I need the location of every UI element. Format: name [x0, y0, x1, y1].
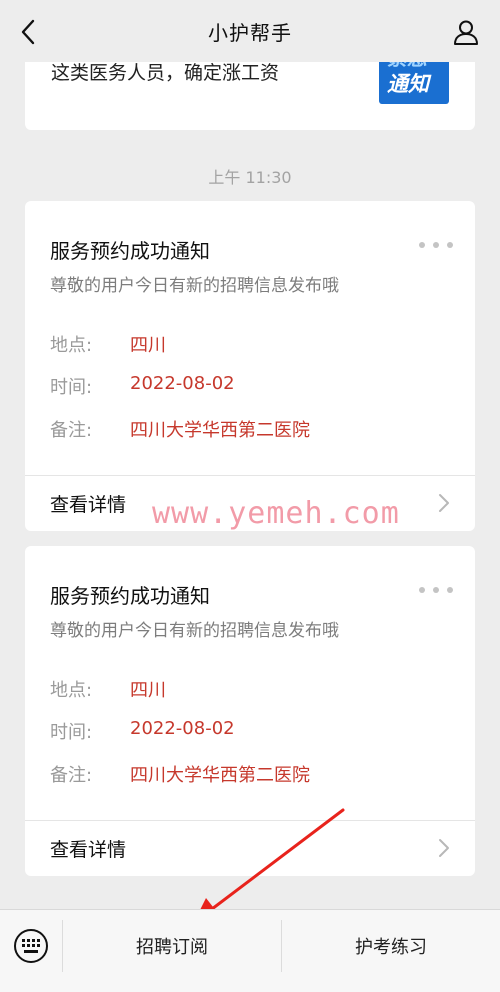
- more-options-icon[interactable]: [419, 582, 453, 598]
- menu-recruitment-subscription[interactable]: 招聘订阅: [63, 910, 281, 982]
- thumbnail-main-text: 通知: [387, 72, 429, 96]
- view-details-label: 查看详情: [50, 839, 127, 861]
- keyboard-toggle-button[interactable]: [12, 927, 50, 965]
- field-value: 四川: [130, 680, 166, 701]
- chevron-right-icon: [439, 494, 449, 512]
- field-label: 时间:: [50, 377, 93, 398]
- page-title: 小护帮手: [208, 21, 292, 45]
- field-label: 备注:: [50, 765, 93, 786]
- keyboard-icon: [14, 929, 48, 963]
- message-timestamp: 上午 11:30: [208, 168, 292, 187]
- profile-button[interactable]: [448, 14, 484, 50]
- field-value: 2022-08-02: [130, 718, 235, 739]
- view-details-label: 查看详情: [50, 494, 127, 516]
- notification-card: 服务预约成功通知 尊敬的用户今日有新的招聘信息发布哦 地点: 四川 时间: 20…: [25, 201, 475, 531]
- field-value: 四川大学华西第二医院: [130, 765, 310, 786]
- field-value: 2022-08-02: [130, 373, 235, 394]
- nav-header: 小护帮手: [0, 0, 500, 62]
- bottom-menu-bar: 招聘订阅 护考练习: [0, 909, 500, 992]
- field-label: 时间:: [50, 722, 93, 743]
- watermark: www.yemeh.com: [152, 496, 400, 531]
- field-label: 地点:: [50, 335, 93, 356]
- previous-article-title: 这类医务人员，确定涨工资: [51, 62, 280, 84]
- field-label: 地点:: [50, 680, 93, 701]
- card-subtitle: 尊敬的用户今日有新的招聘信息发布哦: [50, 276, 339, 296]
- card-subtitle: 尊敬的用户今日有新的招聘信息发布哦: [50, 621, 339, 641]
- field-label: 备注:: [50, 420, 93, 441]
- field-value: 四川大学华西第二医院: [130, 420, 310, 441]
- chat-page: 这类医务人员，确定涨工资 紧急 通知 小护帮手 上午 11:30 服务预约成功通…: [0, 0, 500, 992]
- more-options-icon[interactable]: [419, 237, 453, 253]
- card-title: 服务预约成功通知: [50, 584, 210, 608]
- user-icon: [454, 20, 478, 45]
- chevron-right-icon: [439, 839, 449, 857]
- card-title: 服务预约成功通知: [50, 239, 210, 263]
- field-value: 四川: [130, 335, 166, 356]
- menu-nursing-exam-practice[interactable]: 护考练习: [282, 910, 500, 982]
